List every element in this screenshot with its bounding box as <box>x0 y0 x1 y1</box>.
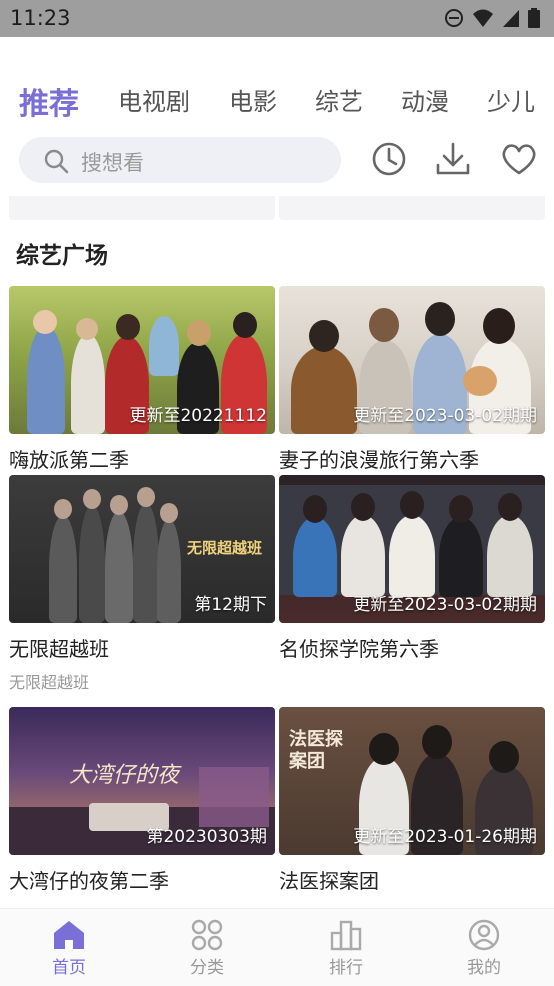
category-grid-icon <box>191 919 223 951</box>
wifi-icon <box>473 9 493 27</box>
home-icon <box>54 921 84 949</box>
update-badge: 第20230303期 <box>146 827 267 847</box>
poster-title: 大湾仔的夜 <box>69 763 180 788</box>
ranking-bars-icon <box>330 920 362 951</box>
video-thumbnail[interactable]: 更新至2023-03-02期期 <box>279 475 545 623</box>
video-title: 大湾仔的夜第二季 <box>9 869 169 893</box>
profile-icon <box>468 919 500 951</box>
nav-label: 排行 <box>329 958 363 978</box>
poster-title: 无限超越班 <box>187 539 263 557</box>
video-thumbnail[interactable]: 大湾仔的夜 第20230303期 <box>9 707 275 855</box>
nav-home[interactable]: 首页 <box>0 909 138 986</box>
favorite-heart-icon[interactable] <box>500 141 538 177</box>
nav-ranking[interactable]: 排行 <box>277 909 415 986</box>
update-badge: 更新至2023-03-02期期 <box>353 406 537 426</box>
tab-recommend[interactable]: 推荐 <box>19 79 79 123</box>
status-icons <box>444 8 540 28</box>
tab-kids[interactable]: 少儿 <box>487 82 535 117</box>
search-bar[interactable]: 搜想看 <box>19 137 341 183</box>
update-badge: 第12期下 <box>194 595 267 615</box>
tab-variety[interactable]: 综艺 <box>315 82 363 117</box>
download-icon[interactable] <box>435 141 471 177</box>
status-bar: 11:23 <box>0 0 554 37</box>
cellular-signal-icon <box>503 10 519 27</box>
nav-label: 首页 <box>52 958 86 978</box>
video-title: 法医探案团 <box>279 869 379 893</box>
tab-movies[interactable]: 电影 <box>229 82 277 117</box>
section-title: 综艺广场 <box>16 243 108 269</box>
update-badge: 更新至2023-03-02期期 <box>353 595 537 615</box>
video-title: 嗨放派第二季 <box>9 448 129 472</box>
nav-label: 我的 <box>467 958 501 978</box>
search-placeholder: 搜想看 <box>81 151 144 175</box>
update-badge: 更新至2023-01-26期期 <box>353 827 537 847</box>
nav-profile[interactable]: 我的 <box>415 909 553 986</box>
update-badge: 更新至20221112 <box>129 406 267 426</box>
battery-icon <box>528 8 540 28</box>
nav-category[interactable]: 分类 <box>138 909 276 986</box>
video-title: 无限超越班 <box>9 637 109 661</box>
video-title: 妻子的浪漫旅行第六季 <box>279 448 479 472</box>
previous-card-remnant <box>9 196 275 220</box>
search-icon <box>44 149 69 174</box>
previous-card-remnant <box>279 196 545 220</box>
video-thumbnail[interactable]: 更新至20221112 <box>9 286 275 434</box>
do-not-disturb-icon <box>445 9 463 27</box>
tab-anime[interactable]: 动漫 <box>401 82 449 117</box>
bottom-navigation: 首页 分类 排行 我的 <box>0 908 554 986</box>
video-title: 名侦探学院第六季 <box>279 637 439 661</box>
category-tabs: 推荐 电视剧 电影 综艺 动漫 少儿 <box>0 82 554 128</box>
nav-label: 分类 <box>190 958 224 978</box>
tab-tv-series[interactable]: 电视剧 <box>118 82 190 117</box>
video-thumbnail[interactable]: 更新至2023-03-02期期 <box>279 286 545 434</box>
poster-title: 法医探案团 <box>289 729 343 772</box>
video-subtitle: 无限超越班 <box>9 673 90 692</box>
video-thumbnail[interactable]: 法医探案团 更新至2023-01-26期期 <box>279 707 545 855</box>
history-clock-icon[interactable] <box>371 141 407 177</box>
status-time: 11:23 <box>10 6 71 30</box>
video-thumbnail[interactable]: 无限超越班 第12期下 <box>9 475 275 623</box>
